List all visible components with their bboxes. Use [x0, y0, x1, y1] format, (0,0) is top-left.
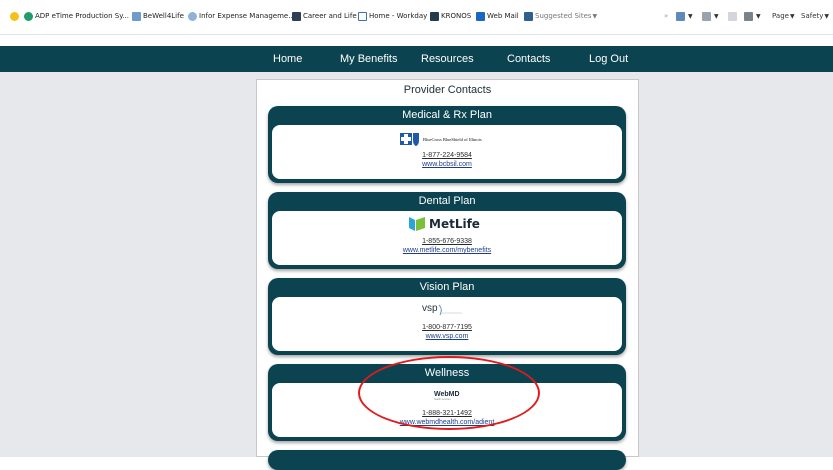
favorite-label: Career and Life [303, 12, 357, 20]
favorite-adp-etime[interactable]: ADP eTime Production Sy... [24, 10, 129, 22]
safety-menu[interactable]: Safety ▼ [801, 10, 829, 22]
main-nav: Home My Benefits Resources Contacts Log … [0, 46, 833, 72]
favorite-label: KRONOS [441, 12, 472, 20]
dental-card: Dental Plan MetLife 1-855-676-9338 www.m… [268, 192, 626, 269]
mail-tool[interactable] [728, 10, 739, 22]
favorite-infor-expense[interactable]: Infor Expense Manageme... [188, 10, 295, 22]
provider-url-link[interactable]: www.bcbsil.com [272, 161, 622, 168]
nav-home[interactable]: Home [273, 46, 302, 72]
card-body: BlueCross BlueShield of Illinois 1-877-2… [272, 125, 622, 179]
favorite-bewell4life[interactable]: BeWell4Life [132, 10, 184, 22]
suggested-sites-icon [524, 11, 533, 21]
provider-phone[interactable]: 1-855-676-9338 [272, 238, 622, 245]
infor-icon [188, 11, 197, 21]
nav-contacts[interactable]: Contacts [507, 46, 550, 72]
favorite-career-and-life[interactable]: Career and Life [292, 10, 357, 22]
safety-menu-label: Safety [801, 12, 824, 20]
next-card-partial [268, 450, 626, 470]
chevron-down-icon: ▼ [756, 12, 761, 20]
mail-icon [728, 11, 737, 21]
favorite-label: Suggested Sites [535, 12, 592, 20]
page-menu[interactable]: Page ▼ [772, 10, 795, 22]
medical-rx-card: Medical & Rx Plan BlueCross BlueShield o… [268, 106, 626, 183]
nav-my-benefits[interactable]: My Benefits [340, 46, 397, 72]
provider-url-link[interactable]: www.metlife.com/mybenefits [272, 247, 622, 254]
bcbs-logo: BlueCross BlueShield of Illinois [400, 131, 482, 147]
favorite-suggested-sites[interactable]: Suggested Sites ▼ [524, 10, 597, 22]
card-body: vsp 1-800-877-7195 www.vsp.com [272, 297, 622, 351]
metlife-logo-text: MetLife [429, 217, 480, 231]
print-icon [744, 11, 753, 21]
favorite-label: ADP eTime Production Sy... [35, 12, 130, 20]
chevron-down-icon: ▼ [824, 12, 830, 20]
card-body: MetLife 1-855-676-9338 www.metlife.com/m… [272, 211, 622, 265]
career-icon [292, 11, 301, 21]
chevron-down-icon: ▼ [688, 12, 693, 20]
favorite-workday[interactable]: Home - Workday [358, 10, 427, 22]
favorite-label: Infor Expense Manageme... [199, 12, 295, 20]
favorite-kronos[interactable]: KRONOS [430, 10, 471, 22]
provider-phone[interactable]: 1-800-877-7195 [272, 324, 622, 331]
overflow-chevron-icon[interactable]: » [664, 10, 668, 22]
outlook-icon [476, 11, 485, 21]
kronos-icon [430, 11, 439, 21]
nav-log-out[interactable]: Log Out [589, 46, 628, 72]
home-tool[interactable]: ▼ [676, 10, 693, 22]
vision-card: Vision Plan vsp 1-800-877-7195 www.vsp.c… [268, 278, 626, 355]
bewell-icon [132, 11, 141, 21]
favorite-label: BeWell4Life [143, 12, 184, 20]
card-title: Dental Plan [418, 195, 476, 207]
card-title: Vision Plan [419, 281, 475, 293]
favorite-label: Home - Workday [369, 12, 428, 20]
nav-resources[interactable]: Resources [421, 46, 474, 72]
home-icon [676, 11, 685, 21]
bcbs-logo-text: BlueCross BlueShield of Illinois [423, 136, 482, 142]
workday-icon [358, 11, 367, 21]
chevron-down-icon: ▼ [714, 12, 719, 20]
metlife-m-icon [409, 217, 425, 231]
favorite-label: Web Mail [487, 12, 519, 20]
highlight-circle [358, 356, 540, 430]
favorite-web-mail[interactable]: Web Mail [476, 10, 519, 22]
chevron-down-icon: ▼ [592, 12, 598, 20]
rss-icon [702, 11, 711, 21]
adp-icon [24, 11, 33, 21]
metlife-logo: MetLife [409, 217, 480, 231]
feeds-tool[interactable]: ▼ [702, 10, 719, 22]
bcbs-cross-shield-icon [400, 133, 419, 146]
chevron-down-icon: ▼ [789, 12, 795, 20]
card-title: Medical & Rx Plan [402, 109, 492, 121]
print-tool[interactable]: ▼ [744, 10, 761, 22]
page-menu-label: Page [772, 12, 789, 20]
favorites-star-icon[interactable] [10, 10, 21, 22]
vsp-swoosh-icon [438, 304, 462, 316]
provider-phone[interactable]: 1-877-224-9584 [272, 152, 622, 159]
vsp-logo: vsp [422, 303, 472, 319]
page-title: Provider Contacts [403, 84, 492, 96]
provider-url-link[interactable]: www.vsp.com [272, 333, 622, 340]
favorites-bar: ADP eTime Production Sy... BeWell4Life I… [0, 0, 833, 35]
